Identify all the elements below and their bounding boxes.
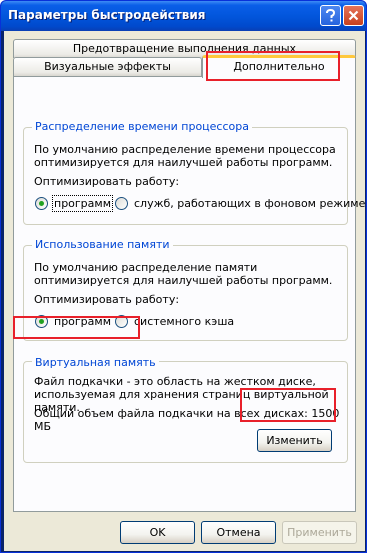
apply-button[interactable]: Применить xyxy=(282,521,357,544)
help-button[interactable] xyxy=(320,5,341,26)
memory-description: По умолчанию распределение памяти оптими… xyxy=(34,261,333,287)
tab-visual-effects[interactable]: Визуальные эффекты xyxy=(13,57,202,76)
cpu-optimize-label: Оптимизировать работу: xyxy=(34,175,180,188)
virtual-memory-group-title: Виртуальная память xyxy=(32,356,159,369)
dialog-client: Предотвращение выполнения данных Визуаль… xyxy=(4,31,365,551)
window-title: Параметры быстродействия xyxy=(8,8,206,22)
cpu-option-programs-label[interactable]: программ xyxy=(51,195,114,212)
cpu-option-background-label[interactable]: служб, работающих в фоновом режиме xyxy=(134,197,365,210)
highlight-advanced-tab xyxy=(206,51,340,81)
memory-group-title: Использование памяти xyxy=(32,238,173,251)
memory-optimize-label: Оптимизировать работу: xyxy=(34,293,180,306)
highlight-change-button xyxy=(240,388,336,422)
cpu-group-title: Распределение времени процессора xyxy=(32,120,252,133)
memory-option-system-cache-label[interactable]: системного кэша xyxy=(134,315,234,328)
cancel-button[interactable]: Отмена xyxy=(201,521,276,544)
ok-button[interactable]: OK xyxy=(120,521,195,544)
cpu-description: По умолчанию распределение времени проце… xyxy=(34,143,336,169)
change-virtual-memory-button[interactable]: Изменить xyxy=(257,429,332,452)
close-icon xyxy=(348,10,359,21)
cpu-radio-programs[interactable] xyxy=(35,197,48,210)
highlight-virtual-memory-title xyxy=(13,316,140,339)
cpu-radio-background[interactable] xyxy=(115,197,128,210)
title-bar[interactable]: Параметры быстродействия xyxy=(1,1,366,31)
performance-options-window: Параметры быстродействия Предотвращение … xyxy=(0,0,367,553)
cpu-scheduling-group: Распределение времени процессора По умол… xyxy=(23,120,365,225)
close-button[interactable] xyxy=(343,5,364,26)
tab-panel-advanced: Распределение времени процессора По умол… xyxy=(13,76,365,512)
help-icon xyxy=(326,9,336,22)
